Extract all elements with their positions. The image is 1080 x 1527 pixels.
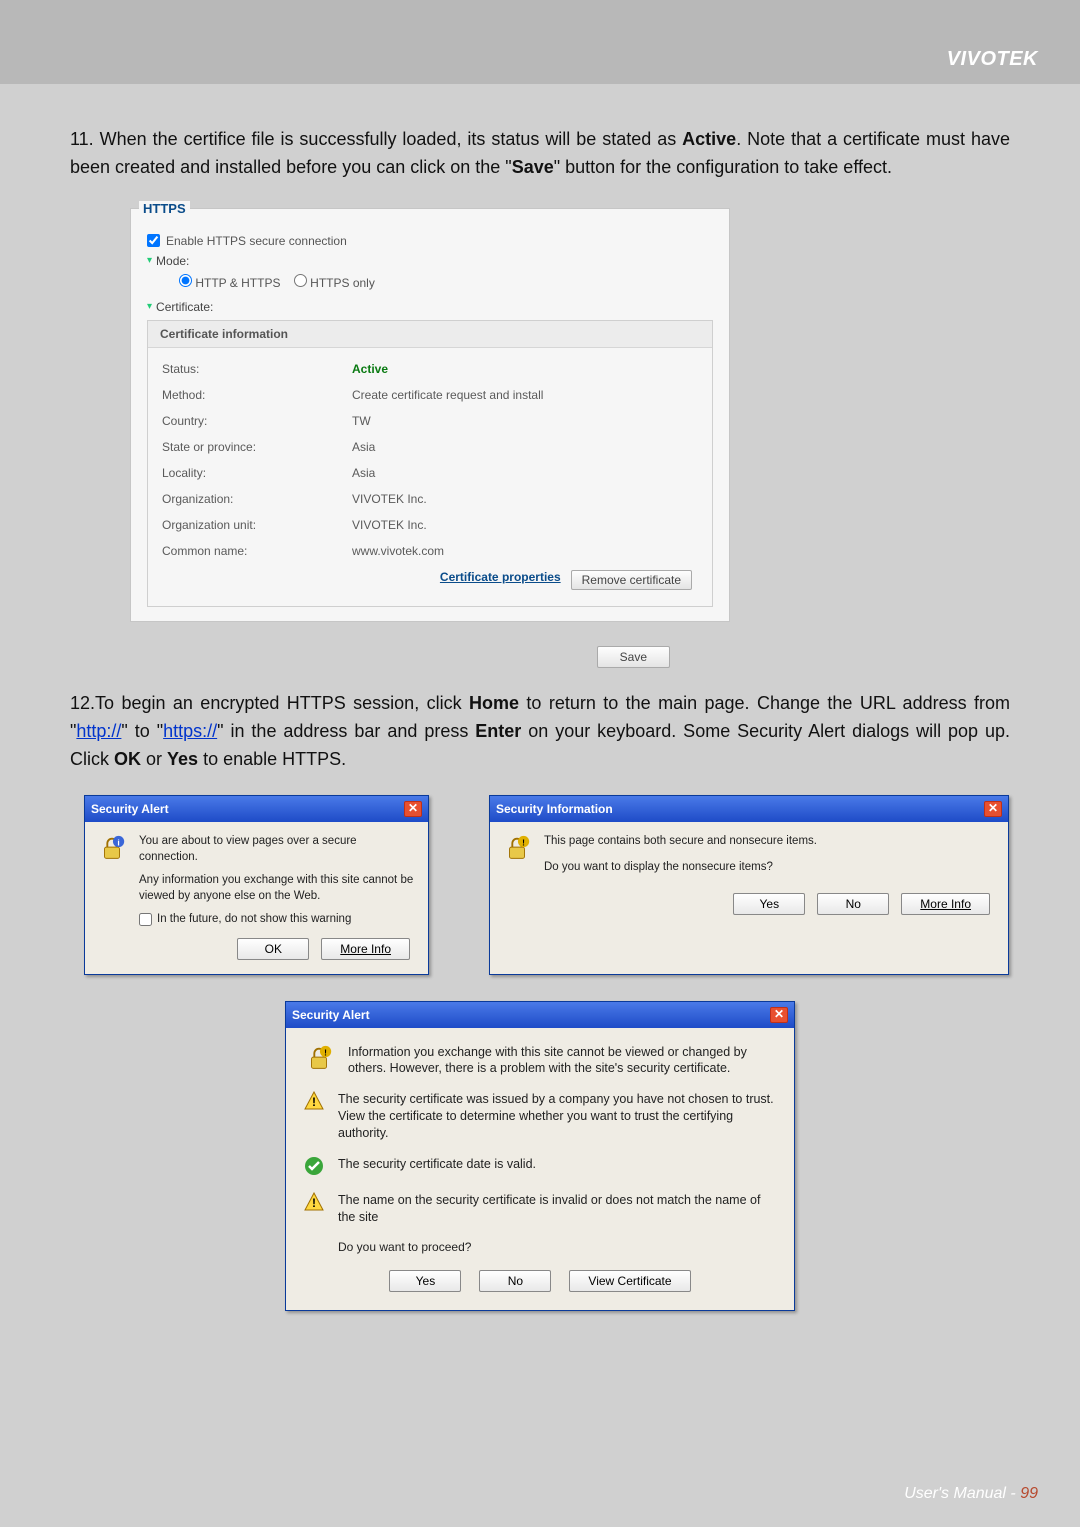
- do-not-show-checkbox[interactable]: [139, 913, 152, 926]
- svg-text:!: !: [324, 1047, 327, 1057]
- http-link[interactable]: http://: [76, 721, 121, 741]
- dialog3-ok: The security certificate date is valid.: [338, 1156, 536, 1173]
- dialog2-title: Security Information: [496, 802, 613, 816]
- cert-row-organization: Organization: VIVOTEK Inc.: [160, 486, 700, 512]
- security-information-dialog: Security Information ✕ ! This page conta…: [489, 795, 1009, 974]
- checkmark-icon: [304, 1156, 326, 1178]
- step-12-num: 12.: [70, 693, 95, 713]
- save-button[interactable]: Save: [597, 646, 670, 668]
- more-info-button[interactable]: More Info: [321, 938, 410, 960]
- certificate-label: Certificate:: [156, 300, 213, 314]
- cert-row-country: Country: TW: [160, 408, 700, 434]
- radio-http-https[interactable]: HTTP & HTTPS: [179, 276, 280, 290]
- mode-label: Mode:: [156, 254, 189, 268]
- https-legend: HTTPS: [139, 201, 190, 216]
- svg-text:!: !: [312, 1095, 316, 1109]
- lock-info-icon: i: [97, 834, 129, 866]
- cert-row-org-unit: Organization unit: VIVOTEK Inc.: [160, 512, 700, 538]
- radio-https-only[interactable]: HTTPS only: [294, 276, 375, 290]
- proceed-label: Do you want to proceed?: [338, 1240, 776, 1254]
- yes-button[interactable]: Yes: [733, 893, 805, 915]
- dialog3-warn1: The security certificate was issued by a…: [338, 1091, 776, 1142]
- certificate-info-header: Certificate information: [148, 321, 712, 348]
- dialog1-line1: You are about to view pages over a secur…: [139, 834, 416, 865]
- security-alert-dialog-1: Security Alert ✕ i You are about to view…: [84, 795, 429, 974]
- dialog2-line2: Do you want to display the nonsecure ite…: [544, 860, 817, 876]
- https-config-panel: HTTPS Enable HTTPS secure connection ▾Mo…: [130, 208, 730, 622]
- warning-icon: !: [304, 1091, 326, 1113]
- dialog3-warn3: The name on the security certificate is …: [338, 1192, 776, 1226]
- dialog1-line2: Any information you exchange with this s…: [139, 873, 416, 904]
- dialog3-title: Security Alert: [292, 1008, 370, 1022]
- cert-row-common-name: Common name: www.vivotek.com: [160, 538, 700, 564]
- remove-certificate-button[interactable]: Remove certificate: [571, 570, 692, 590]
- dialog3-intro: Information you exchange with this site …: [348, 1044, 776, 1078]
- certificate-properties-link[interactable]: Certificate properties: [440, 570, 561, 590]
- chevron-down-icon: ▾: [147, 255, 152, 266]
- svg-text:!: !: [312, 1196, 316, 1210]
- page-footer: User's Manual - 99: [904, 1485, 1038, 1503]
- svg-text:!: !: [522, 838, 525, 848]
- ok-button[interactable]: OK: [237, 938, 309, 960]
- yes-button[interactable]: Yes: [389, 1270, 461, 1292]
- close-icon[interactable]: ✕: [770, 1007, 788, 1023]
- enable-https-checkbox[interactable]: [147, 234, 160, 247]
- dialog1-title: Security Alert: [91, 802, 169, 816]
- enable-https-label: Enable HTTPS secure connection: [166, 234, 347, 248]
- do-not-show-label: In the future, do not show this warning: [157, 913, 351, 925]
- svg-text:i: i: [117, 838, 119, 848]
- more-info-button[interactable]: More Info: [901, 893, 990, 915]
- cert-row-method: Method: Create certificate request and i…: [160, 382, 700, 408]
- dialog2-line1: This page contains both secure and nonse…: [544, 834, 817, 850]
- cert-row-locality: Locality: Asia: [160, 460, 700, 486]
- brand-label: VIVOTEK: [947, 48, 1038, 71]
- no-button[interactable]: No: [817, 893, 889, 915]
- chevron-down-icon: ▾: [147, 301, 152, 312]
- no-button[interactable]: No: [479, 1270, 551, 1292]
- lock-warning-icon: !: [502, 834, 534, 866]
- cert-row-status: Status: Active: [160, 356, 700, 382]
- https-link[interactable]: https://: [163, 721, 217, 741]
- certificate-info-box: Certificate information Status: Active M…: [147, 320, 713, 607]
- step-11-num: 11.: [70, 129, 94, 149]
- lock-warning-icon: !: [304, 1044, 336, 1076]
- close-icon[interactable]: ✕: [984, 801, 1002, 817]
- cert-row-state: State or province: Asia: [160, 434, 700, 460]
- warning-icon: !: [304, 1192, 326, 1214]
- step-12-text: 12.To begin an encrypted HTTPS session, …: [70, 690, 1010, 774]
- step-11-text: 11. When the certifice file is successfu…: [70, 126, 1010, 182]
- security-alert-dialog-2: Security Alert ✕ ! Information you excha…: [285, 1001, 795, 1311]
- view-certificate-button[interactable]: View Certificate: [569, 1270, 690, 1292]
- close-icon[interactable]: ✕: [404, 801, 422, 817]
- top-bar: VIVOTEK: [0, 0, 1080, 84]
